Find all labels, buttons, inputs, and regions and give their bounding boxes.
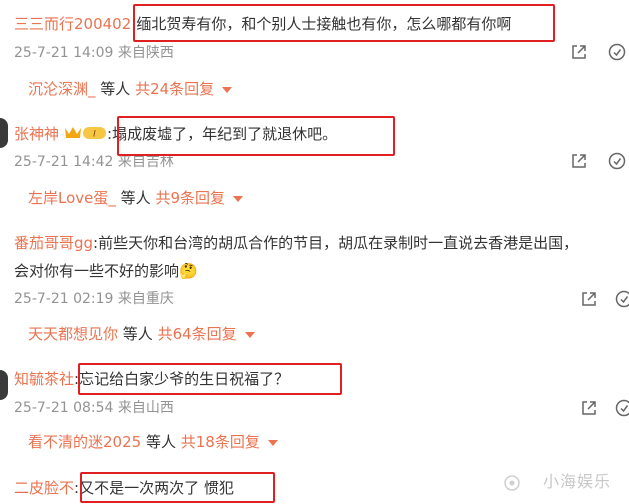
reply-count[interactable]: 共24条回复 <box>135 80 214 98</box>
comment-meta: 25-7-21 14:09 来自陕西 <box>14 44 174 62</box>
comment-text: :忘记给白家少爷的生日祝福了？ <box>74 370 290 388</box>
comment-text: :又不是一次两次了 惯犯 <box>74 479 234 497</box>
reply-summary[interactable]: 天天都想见你 等人 共64条回复 <box>28 324 255 344</box>
avatar[interactable] <box>0 370 8 400</box>
comment-meta: 25-7-21 14:42 来自吉林 <box>14 153 174 171</box>
comment-meta: 25-7-21 08:54 来自山西 <box>14 399 174 417</box>
share-icon[interactable] <box>580 399 598 417</box>
comment-time: 25-7-21 14:42 <box>14 154 114 170</box>
comment-author[interactable]: 知毓茶社 <box>14 370 74 388</box>
comment-location: 来自陕西 <box>117 45 174 61</box>
share-icon[interactable] <box>580 290 598 308</box>
reply-author[interactable]: 沉沦深渊_ <box>28 80 96 98</box>
thinking-emoji-icon: 🤔 <box>179 262 198 280</box>
reply-summary[interactable]: 沉沦深渊_ 等人 共24条回复 <box>28 79 233 99</box>
reply-count[interactable]: 共64条回复 <box>158 325 237 343</box>
comment-location: 来自山西 <box>117 400 174 416</box>
reply-mid-text: 等人 <box>145 433 176 451</box>
comment-location: 来自吉林 <box>117 154 174 170</box>
comment-location: 来自重庆 <box>117 291 174 307</box>
comment-time: 25-7-21 02:19 <box>14 291 114 307</box>
comment-text: :前些天你和台湾的胡瓜合作的节目，胡瓜在录制时一直说去香港是出国， <box>93 234 579 252</box>
reply-mid-text: 等人 <box>100 80 131 98</box>
chevron-down-icon[interactable] <box>233 195 244 202</box>
more-icon[interactable] <box>607 42 627 62</box>
reply-author[interactable]: 天天都想见你 <box>28 325 118 343</box>
reply-mid-text: 等人 <box>122 325 153 343</box>
comment-text: :缅北贺寿有你，和个别人士接触也有你，怎么哪都有你啊 <box>131 15 512 33</box>
comment-line: 三三而行200402:缅北贺寿有你，和个别人士接触也有你，怎么哪都有你啊 <box>14 14 511 34</box>
vip-badge-icon: I <box>65 127 107 140</box>
comment-line: 知毓茶社:忘记给白家少爷的生日祝福了？ <box>14 369 289 389</box>
comment-author[interactable]: 番茄哥哥gg <box>14 234 93 252</box>
more-icon[interactable] <box>614 289 629 309</box>
share-icon[interactable] <box>570 152 588 170</box>
chevron-down-icon[interactable] <box>267 439 278 446</box>
comment-author[interactable]: 张神神 <box>14 125 59 143</box>
reply-summary[interactable]: 左岸Love蛋_ 等人 共9条回复 <box>28 188 244 208</box>
comment-meta: 25-7-21 02:19 来自重庆 <box>14 290 174 308</box>
more-icon[interactable] <box>607 151 627 171</box>
reply-author[interactable]: 左岸Love蛋_ <box>28 189 116 207</box>
comment-author[interactable]: 三三而行200402 <box>14 15 131 33</box>
comment-line: 番茄哥哥gg:前些天你和台湾的胡瓜合作的节目，胡瓜在录制时一直说去香港是出国， <box>14 233 578 253</box>
reply-count[interactable]: 共9条回复 <box>155 189 225 207</box>
share-icon[interactable] <box>570 43 588 61</box>
watermark-text: 小海娱乐 <box>542 472 611 491</box>
reply-summary[interactable]: 看不清的迷2025 等人 共18条回复 <box>28 432 278 452</box>
comment-time: 25-7-21 08:54 <box>14 400 114 416</box>
reply-count[interactable]: 共18条回复 <box>181 433 260 451</box>
reply-mid-text: 等人 <box>120 189 151 207</box>
comment-line: 二皮脸不:又不是一次两次了 惯犯 <box>14 478 234 498</box>
chevron-down-icon[interactable] <box>222 86 233 93</box>
reply-author[interactable]: 看不清的迷2025 <box>28 433 141 451</box>
more-icon[interactable] <box>614 398 629 418</box>
watermark-icon <box>504 475 520 491</box>
comment-text-continued: 会对你有一些不好的影响 <box>14 262 180 280</box>
badge-label: I <box>93 130 96 140</box>
chevron-down-icon[interactable] <box>244 331 255 338</box>
avatar[interactable] <box>0 118 8 148</box>
comment-time: 25-7-21 14:09 <box>14 45 114 61</box>
comment-author[interactable]: 二皮脸不 <box>14 479 74 497</box>
comment-line-2: 会对你有一些不好的影响🤔 <box>14 261 198 281</box>
comment-text: :塌成废墟了，年纪到了就退休吧。 <box>107 125 338 143</box>
comment-line: 张神神 I :塌成废墟了，年纪到了就退休吧。 <box>14 124 337 144</box>
